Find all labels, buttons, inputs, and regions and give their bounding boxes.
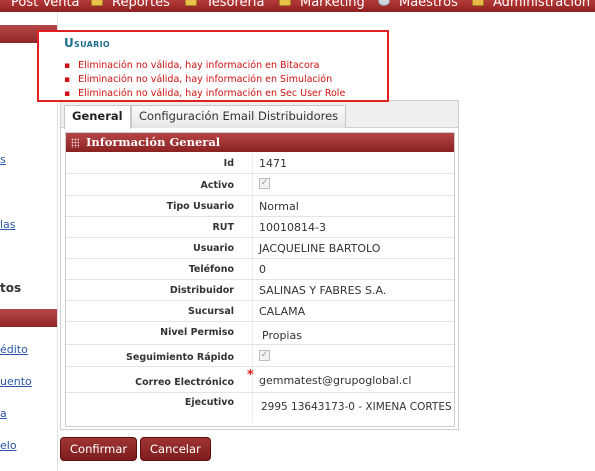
field-label: RUT: [212, 222, 234, 233]
field-label: Correo Electrónico: [135, 377, 234, 388]
menu-administracion-label: Administración: [493, 0, 591, 10]
sidebar-link[interactable]: s: [0, 153, 6, 166]
menu-post-venta-label: Post Venta: [11, 0, 80, 10]
menu-maestros[interactable]: Maestros: [378, 0, 458, 11]
sidebar-link[interactable]: édito: [0, 343, 28, 356]
field-label: Teléfono: [188, 264, 234, 275]
activo-checkbox[interactable]: ✓: [259, 178, 270, 189]
error-message: Eliminación no válida, hay información e…: [64, 87, 345, 101]
required-asterisk: *: [247, 368, 254, 383]
menu-administracion[interactable]: Administración: [472, 0, 590, 11]
usuario-value: JACQUELINE BARTOLO: [259, 242, 381, 255]
nivel-permiso-select[interactable]: Propias: [262, 329, 302, 342]
sidebar-link[interactable]: elo: [0, 439, 17, 452]
field-row-distribuidor: Distribuidor SALINAS Y FABRES S.A.: [66, 280, 454, 301]
tab-bar: General Configuración Email Distribuidor…: [61, 101, 458, 129]
user-form-tabs: General Configuración Email Distribuidor…: [60, 100, 459, 430]
field-label: Sucursal: [187, 306, 234, 317]
sucursal-value: CALAMA: [259, 305, 306, 318]
field-row-sucursal: Sucursal CALAMA: [66, 301, 454, 322]
field-row-ejecutivo: Ejecutivo 2995 13643173-0 - XIMENA CORTE…: [66, 393, 454, 423]
menu-marketing[interactable]: Marketing: [279, 0, 365, 11]
error-message: Eliminación no válida, hay información e…: [64, 73, 345, 87]
validation-error-box: Usuario Eliminación no válida, hay infor…: [37, 30, 389, 102]
menu-post-venta[interactable]: Post Venta: [11, 0, 80, 11]
telefono-value: 0: [259, 263, 266, 276]
row-divider: [252, 322, 253, 344]
people-icon: [472, 0, 484, 6]
folder-icon: [91, 0, 103, 6]
field-label: Seguimiento Rápido: [126, 352, 234, 363]
row-divider: [252, 393, 253, 423]
sidebar-link[interactable]: uento: [0, 375, 32, 388]
menu-reportes[interactable]: Reportes: [91, 0, 170, 11]
folder-icon: [279, 0, 291, 6]
ejecutivo-select[interactable]: 2995 13643173-0 - XIMENA CORTES: [261, 401, 452, 413]
tipo-usuario-value: Normal: [259, 200, 299, 213]
field-label: Distribuidor: [169, 285, 234, 296]
field-row-id: Id 1471: [66, 153, 454, 174]
database-icon: [378, 0, 390, 6]
error-message: Eliminación no válida, hay información e…: [64, 59, 345, 73]
row-divider: [252, 217, 253, 237]
top-menu-bar: Post Venta Reportes Tesorería Marketing …: [0, 0, 595, 12]
field-label: Nivel Permiso: [160, 327, 234, 338]
folder-icon: [185, 0, 197, 6]
panel-title: Información General: [86, 135, 221, 149]
confirm-button[interactable]: Confirmar: [60, 437, 138, 461]
sidebar-link[interactable]: a: [0, 407, 7, 420]
menu-marketing-label: Marketing: [300, 0, 365, 10]
field-row-activo: Activo ✓: [66, 174, 454, 196]
error-list: Eliminación no válida, hay información e…: [64, 59, 345, 101]
field-row-telefono: Teléfono 0: [66, 259, 454, 280]
field-row-usuario: Usuario JACQUELINE BARTOLO: [66, 238, 454, 259]
field-row-tipo-usuario: Tipo Usuario Normal: [66, 196, 454, 217]
field-label: Tipo Usuario: [166, 201, 234, 212]
error-box-title: Usuario: [64, 36, 110, 50]
cancel-button[interactable]: Cancelar: [140, 437, 211, 461]
menu-tesoreria-label: Tesorería: [206, 0, 265, 10]
field-row-rut: RUT 10010814-3: [66, 217, 454, 238]
rut-value: 10010814-3: [259, 221, 326, 234]
field-row-seguimiento-rapido: Seguimiento Rápido ✓: [66, 345, 454, 367]
seguimiento-rapido-checkbox[interactable]: ✓: [259, 350, 270, 361]
field-label: Activo: [200, 180, 234, 191]
field-label: Ejecutivo: [184, 397, 234, 408]
row-divider: [252, 280, 253, 300]
panel-header: Información General: [66, 133, 454, 152]
menu-reportes-label: Reportes: [112, 0, 170, 10]
field-row-correo: Correo Electrónico * gemmatest@grupoglob…: [66, 367, 454, 393]
general-info-panel: Información General Id 1471 Activo ✓ Tip…: [65, 132, 455, 427]
tab-general[interactable]: General: [64, 105, 131, 129]
row-divider: [252, 153, 253, 173]
row-divider: [252, 345, 253, 366]
row-divider: [252, 238, 253, 258]
row-divider: [252, 301, 253, 321]
field-row-nivel-permiso: Nivel Permiso Propias: [66, 322, 454, 345]
menu-tesoreria[interactable]: Tesorería: [185, 0, 264, 11]
row-divider: [252, 174, 253, 195]
sidebar-section-title: tos: [0, 281, 22, 295]
correo-input[interactable]: gemmatest@grupoglobal.cl: [259, 374, 411, 387]
field-label: Id: [223, 158, 234, 169]
sidebar-section-header: [0, 309, 57, 327]
tab-email-config[interactable]: Configuración Email Distribuidores: [131, 105, 347, 128]
field-label: Usuario: [192, 243, 234, 254]
grip-icon: [71, 138, 79, 148]
sidebar-link[interactable]: las: [0, 218, 16, 231]
row-divider: [252, 259, 253, 279]
row-divider: [252, 196, 253, 216]
menu-maestros-label: Maestros: [399, 0, 458, 10]
distribuidor-value: SALINAS Y FABRES S.A.: [259, 284, 387, 297]
id-value: 1471: [259, 157, 287, 170]
